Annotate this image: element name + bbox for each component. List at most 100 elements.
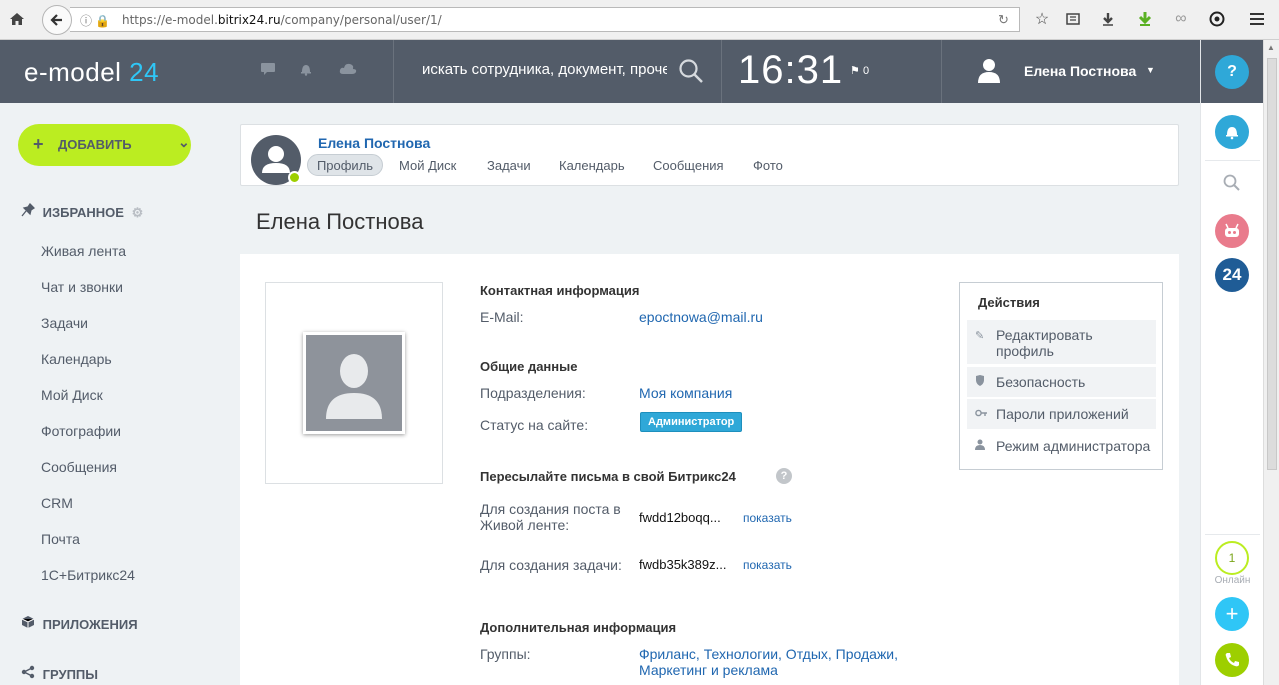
- gear-icon[interactable]: ⚙: [132, 205, 144, 220]
- tab-profile[interactable]: Профиль: [307, 154, 383, 176]
- key-icon: [975, 407, 988, 423]
- home-icon[interactable]: [6, 8, 28, 30]
- menu-item-mail[interactable]: Почта: [41, 531, 80, 547]
- search-icon[interactable]: [678, 58, 704, 87]
- menu-item-photos[interactable]: Фотографии: [41, 423, 121, 439]
- extension-download-icon[interactable]: [1134, 8, 1156, 30]
- general-info-heading: Общие данные: [480, 359, 578, 374]
- page-scrollbar[interactable]: ▲: [1263, 40, 1279, 685]
- scroll-thumb[interactable]: [1267, 58, 1277, 470]
- extra-info-heading: Дополнительная информация: [480, 620, 677, 635]
- browser-toolbar: ⓘ 🔒 https://e-model.bitrix24.ru/company/…: [0, 0, 1279, 40]
- actions-panel: Действия ✎ Редактировать профиль Безопасн…: [959, 282, 1163, 470]
- user-avatar-icon[interactable]: [975, 56, 1003, 87]
- menu-item-chat[interactable]: Чат и звонки: [41, 279, 123, 295]
- cloud-sync-icon[interactable]: [339, 62, 357, 80]
- site-info-icon[interactable]: ⓘ 🔒: [80, 12, 110, 29]
- pencil-icon: ✎: [975, 330, 985, 342]
- applications-section[interactable]: ПРИЛОЖЕНИЯ: [21, 615, 138, 632]
- shield-icon: [975, 375, 985, 391]
- tab-photo[interactable]: Фото: [753, 158, 783, 173]
- applications-label: ПРИЛОЖЕНИЯ: [42, 617, 138, 632]
- reading-list-icon[interactable]: [1062, 8, 1084, 30]
- menu-icon[interactable]: [1246, 8, 1268, 30]
- divider: [1205, 534, 1260, 535]
- online-counter[interactable]: 1: [1215, 541, 1249, 575]
- user-name-menu[interactable]: Елена Постнова: [1024, 63, 1136, 79]
- back-arrow-icon: [50, 14, 62, 26]
- show-task-address-link[interactable]: показать: [743, 558, 792, 572]
- menu-item-crm[interactable]: CRM: [41, 495, 73, 511]
- app-passwords-action[interactable]: Пароли приложений: [967, 399, 1156, 429]
- edit-profile-action[interactable]: ✎ Редактировать профиль: [967, 320, 1156, 364]
- portal-header: e-model 24 искать сотрудника, документ, …: [0, 40, 1200, 103]
- header-separator: [941, 40, 942, 103]
- profile-navigation: Елена Постнова Профиль Мой Диск Задачи К…: [240, 124, 1179, 186]
- admin-mode-action[interactable]: Режим администратора: [967, 431, 1156, 461]
- bitrix24-button[interactable]: 24: [1215, 258, 1249, 292]
- email-link[interactable]: epoctnowa@mail.ru: [639, 309, 763, 325]
- menu-item-calendar[interactable]: Календарь: [41, 351, 112, 367]
- share-icon: [21, 665, 39, 682]
- menu-item-1c-bitrix[interactable]: 1С+Битрикс24: [41, 567, 135, 583]
- contact-info-heading: Контактная информация: [480, 283, 640, 298]
- flag-icon: ⚑: [850, 65, 860, 77]
- menu-item-messages[interactable]: Сообщения: [41, 459, 117, 475]
- caret-down-icon[interactable]: ▼: [1146, 65, 1155, 75]
- notifications-bell-icon[interactable]: [1215, 115, 1249, 149]
- help-button[interactable]: ?: [1215, 55, 1249, 89]
- plus-icon: +: [33, 134, 44, 154]
- groups-links[interactable]: Фриланс, Технологии, Отдых, Продажи, Марк…: [639, 646, 898, 678]
- profile-card: Контактная информация E-Mail: epoctnowa@…: [240, 254, 1179, 685]
- chevron-down-icon: ⌄: [178, 134, 190, 150]
- back-button[interactable]: [42, 5, 72, 35]
- add-button[interactable]: + ДОБАВИТЬ ⌄: [18, 124, 191, 166]
- person-icon: [975, 439, 985, 455]
- departments-link[interactable]: Моя компания: [639, 385, 732, 401]
- actions-title: Действия: [978, 295, 1040, 310]
- chat-icon[interactable]: [259, 62, 277, 80]
- search-input[interactable]: искать сотрудника, документ, прочее: [422, 61, 667, 78]
- profile-photo-frame: [265, 282, 443, 484]
- tab-my-drive[interactable]: Мой Диск: [399, 158, 456, 173]
- clock-time[interactable]: 16:31: [738, 48, 843, 93]
- url-text[interactable]: https://e-model.bitrix24.ru/company/pers…: [122, 13, 442, 27]
- phone-icon[interactable]: [1215, 643, 1249, 677]
- tab-calendar[interactable]: Календарь: [559, 158, 625, 173]
- help-icon[interactable]: ?: [776, 468, 792, 484]
- groups-section[interactable]: ГРУППЫ: [21, 665, 98, 682]
- profile-user-name[interactable]: Елена Постнова: [318, 135, 430, 151]
- task-forward-address: fwdb35k389z...: [639, 557, 727, 572]
- menu-item-tasks[interactable]: Задачи: [41, 315, 88, 331]
- tab-tasks[interactable]: Задачи: [487, 158, 531, 173]
- menu-item-live-feed[interactable]: Живая лента: [41, 243, 126, 259]
- portal-logo[interactable]: e-model 24: [24, 57, 159, 88]
- bookmark-star-icon[interactable]: ☆: [1031, 8, 1053, 30]
- extension-icon[interactable]: [1206, 8, 1228, 30]
- show-post-address-link[interactable]: показать: [743, 511, 792, 525]
- post-forward-address: fwdd12boqq...: [639, 510, 721, 525]
- security-action[interactable]: Безопасность: [967, 367, 1156, 397]
- scroll-up-icon[interactable]: ▲: [1267, 43, 1275, 52]
- box-icon: [21, 615, 39, 632]
- tab-messages[interactable]: Сообщения: [653, 158, 724, 173]
- add-icon[interactable]: +: [1215, 597, 1249, 631]
- profile-photo[interactable]: [303, 332, 405, 434]
- notifications-bell-icon[interactable]: [297, 62, 315, 80]
- work-day-flag[interactable]: ⚑ 0: [850, 64, 869, 77]
- divider: [1205, 160, 1260, 161]
- search-icon[interactable]: [1223, 174, 1241, 195]
- pin-icon: [21, 202, 39, 220]
- online-status-indicator: [288, 171, 301, 184]
- reload-icon[interactable]: ↻: [998, 12, 1009, 28]
- favorites-section[interactable]: ИЗБРАННОЕ ⚙: [21, 202, 144, 221]
- bot-icon[interactable]: [1215, 214, 1249, 248]
- right-sidebar: ? 24 1 Онлайн +: [1200, 40, 1264, 685]
- status-label: Статус на сайте:: [480, 417, 589, 433]
- online-label: Онлайн: [1214, 575, 1251, 586]
- vpn-icon[interactable]: ∞: [1170, 8, 1192, 30]
- right-sidebar-header: ?: [1201, 40, 1264, 103]
- address-bar[interactable]: ⓘ 🔒 https://e-model.bitrix24.ru/company/…: [70, 7, 1020, 32]
- download-icon[interactable]: [1097, 8, 1119, 30]
- menu-item-my-drive[interactable]: Мой Диск: [41, 387, 103, 403]
